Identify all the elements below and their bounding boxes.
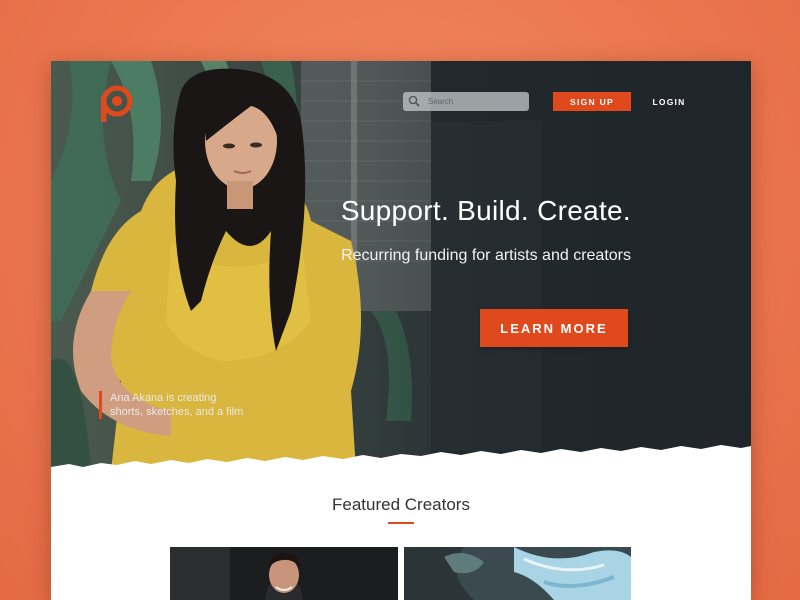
- hero-headline: Support. Build. Create.: [340, 195, 631, 226]
- login-link[interactable]: LOGIN: [645, 92, 693, 111]
- search-bar[interactable]: [403, 92, 529, 111]
- landing-page-window: SIGN UP LOGIN Support. Build. Create. Re…: [51, 61, 751, 600]
- hero-subheadline: Recurring funding for artists and creato…: [341, 247, 631, 264]
- torn-paper-divider: [51, 445, 751, 471]
- search-icon: [408, 95, 422, 109]
- signup-button[interactable]: SIGN UP: [553, 92, 631, 111]
- learn-more-button[interactable]: LEARN MORE: [480, 309, 628, 347]
- featured-creators-title: Featured Creators: [332, 495, 470, 514]
- search-input[interactable]: [428, 97, 520, 106]
- hero-section: SIGN UP LOGIN Support. Build. Create. Re…: [51, 61, 751, 471]
- featured-creator-card[interactable]: [404, 547, 631, 600]
- caption-line-1: Ana Akana is creating: [110, 392, 217, 404]
- creator-photo: [170, 547, 398, 600]
- creator-artwork: [404, 547, 631, 600]
- creator-caption: Ana Akana is creating shorts, sketches, …: [99, 391, 243, 419]
- patreon-logo-icon[interactable]: [97, 84, 133, 124]
- caption-line-2: shorts, sketches, and a film: [110, 406, 244, 418]
- featured-creator-card[interactable]: [170, 547, 398, 600]
- title-underline: [388, 522, 414, 524]
